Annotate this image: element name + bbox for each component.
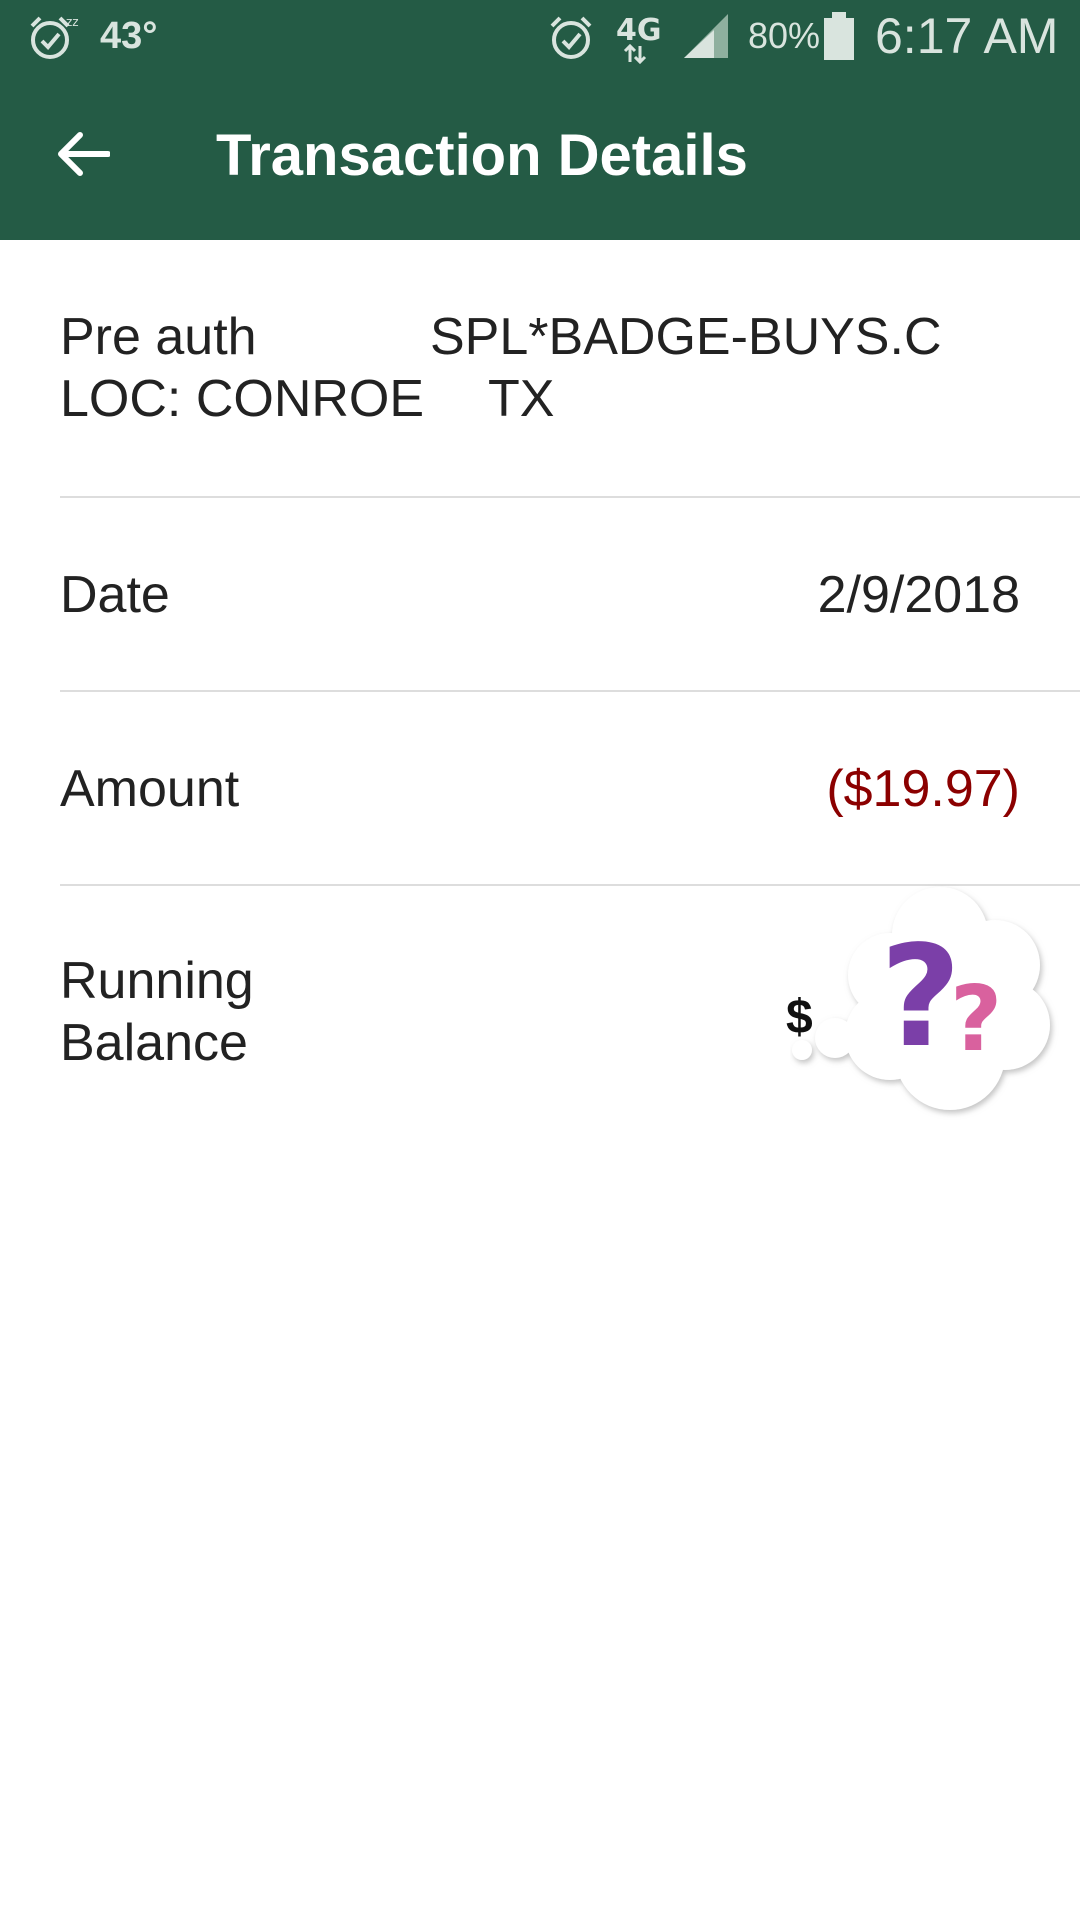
date-label: Date [60,566,170,624]
snooze-alarm-icon: zz [28,12,80,62]
app-bar: Transaction Details [0,72,1080,240]
running-balance-label-line1: Running [60,952,254,1010]
back-button[interactable] [40,112,128,200]
arrow-back-icon [58,131,111,181]
battery-icon [822,12,856,60]
amount-value: ($19.97) [826,760,1020,818]
network-type-text: 4G [616,13,662,48]
clock-text: 6:17 AM [875,8,1059,64]
description-row: Pre auth SPL*BADGE-BUYS.C LOC: CONROE TX [60,240,1080,498]
date-row: Date 2/9/2018 [60,498,1080,692]
description-line2-left: LOC: CONROE [60,370,425,428]
question-cloud-sticker: ? ? [790,880,1060,1130]
status-bar: zz 43° 4G 80% 6:17 AM [0,0,1080,72]
date-value: 2/9/2018 [817,566,1020,624]
alarm-icon [546,12,596,62]
temperature-text: 43° [100,14,158,57]
svg-text:?: ? [950,967,1002,1072]
page-title: Transaction Details [216,123,748,188]
svg-text:zz: zz [66,15,79,29]
lte-data-icon: 4G [616,10,672,64]
battery-percent: 80% [748,15,821,56]
running-balance-label-line2: Balance [60,1014,248,1072]
description-line1-right: SPL*BADGE-BUYS.C [430,308,942,366]
amount-label: Amount [60,760,240,818]
description-line2-right: TX [488,370,555,428]
amount-row: Amount ($19.97) [60,692,1080,886]
description-line1-left: Pre auth [60,308,257,366]
signal-icon [680,12,732,60]
